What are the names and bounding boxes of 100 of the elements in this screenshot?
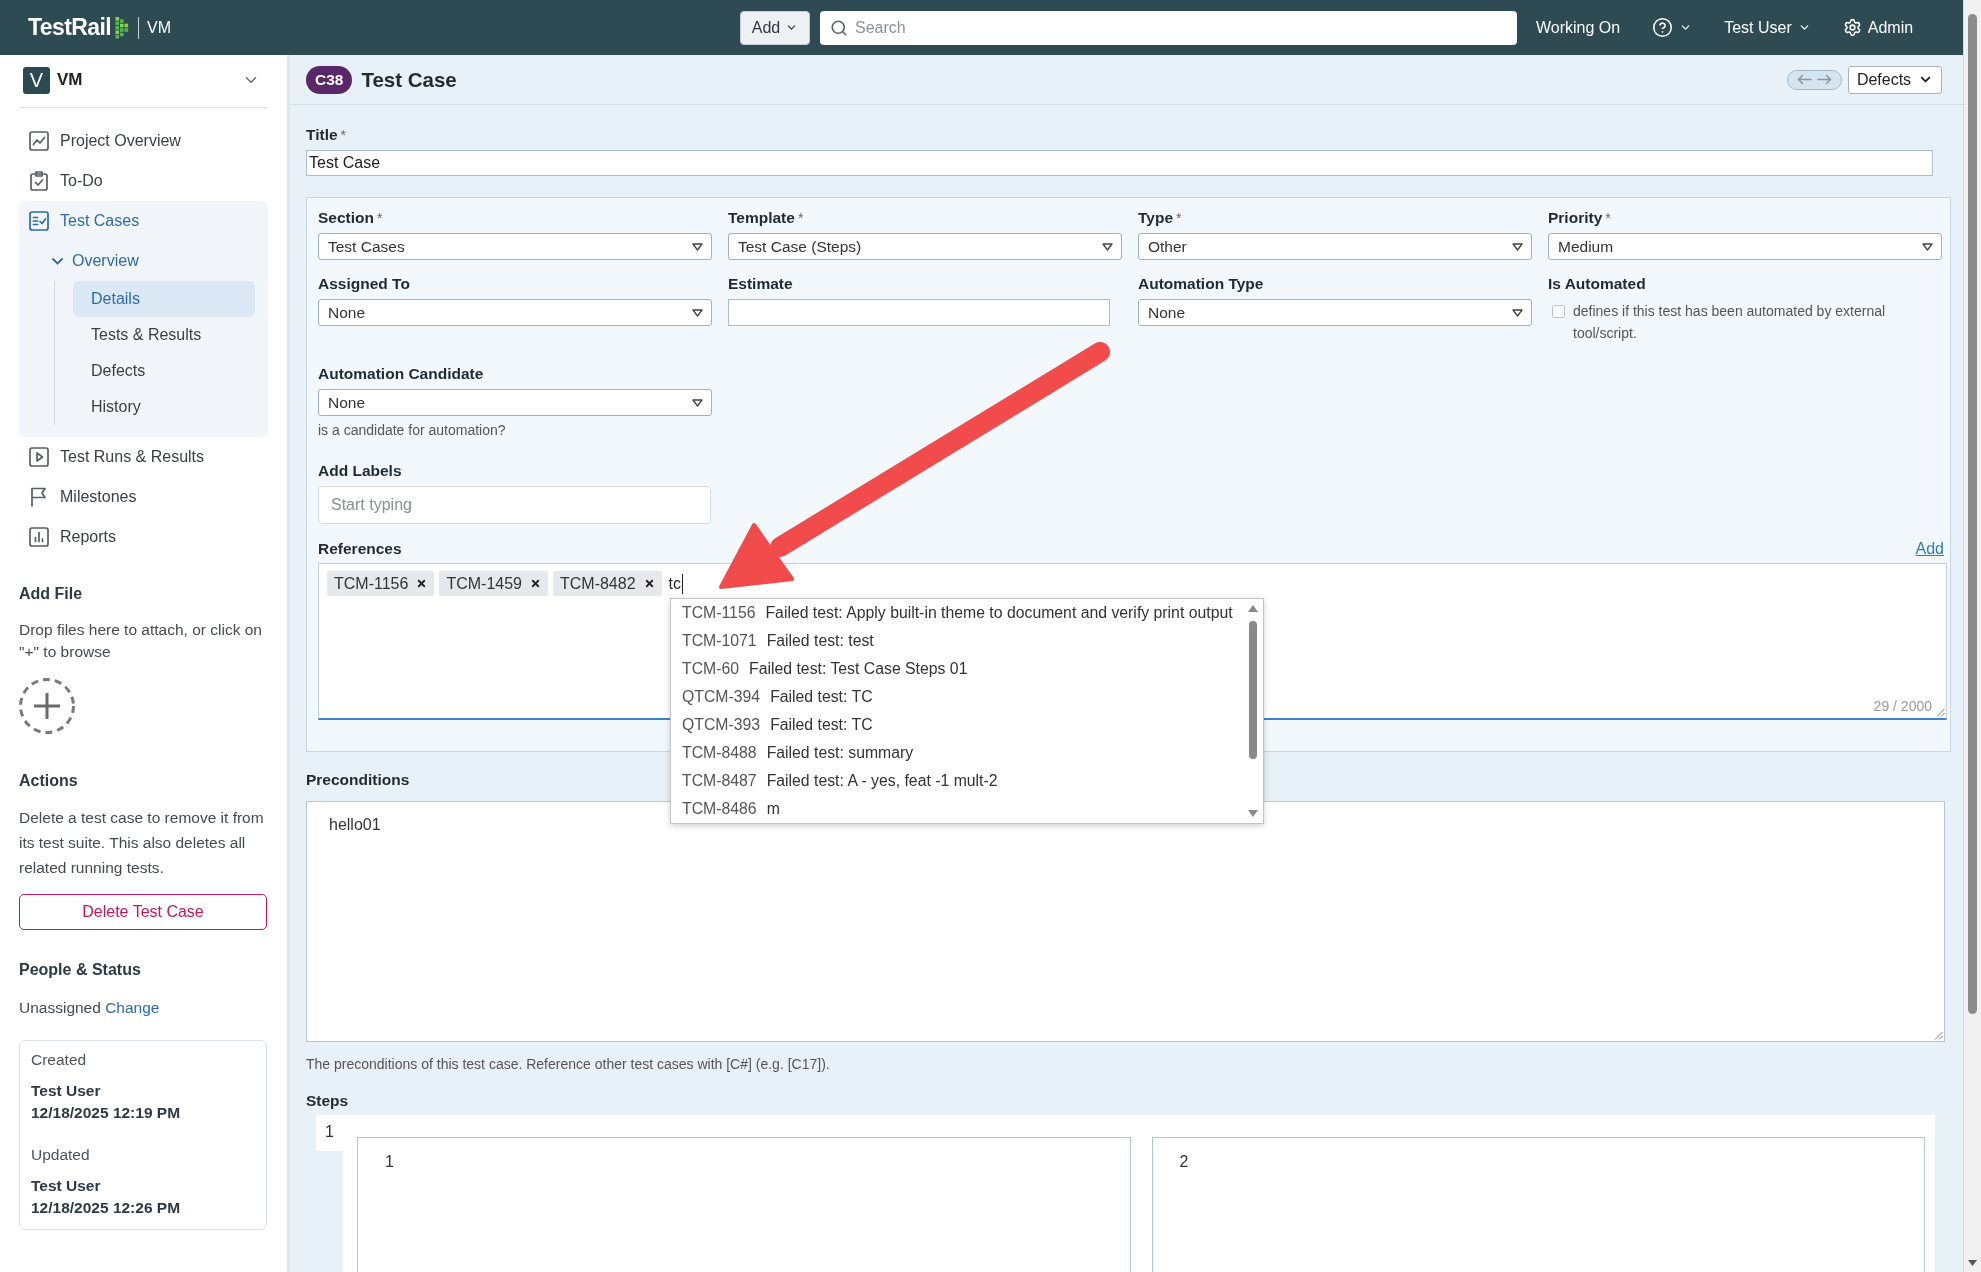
scroll-up-icon[interactable] [1248,605,1258,612]
admin-link[interactable]: Admin [1842,18,1914,37]
nav-item[interactable]: Project Overview [19,121,268,161]
caret-down-icon [692,242,703,251]
project-name: VM [57,70,83,90]
project-initial: V [23,66,50,94]
step-number: 1 [316,1115,343,1151]
checkbox[interactable] [1552,305,1565,318]
event-label: Updated [31,1145,90,1165]
step-field[interactable]: 2 [1151,1137,1925,1272]
input-field[interactable] [728,299,1110,326]
scroll-down-icon[interactable] [1968,1260,1977,1266]
field-label: Add Labels [318,461,402,481]
help-text: Drop files here to attach, or click on "+" to browse [19,620,263,662]
nav-item[interactable]: Test Runs & Results [19,437,268,477]
caret-down-icon [1512,308,1523,317]
select-field[interactable]: Test Case (Steps) [728,233,1122,260]
page-scrollbar[interactable] [1963,0,1981,1272]
suggestion-option[interactable]: TCM-60 Failed test: Test Case Steps 01 [671,655,1263,683]
bar-chart-icon [29,527,49,547]
app-logo: TestRail [28,16,111,39]
search-field[interactable]: Search [820,10,1517,45]
add-file-plus-icon[interactable] [19,678,75,734]
nav-item[interactable]: Tests & Results [73,317,255,353]
field-label: Automation Candidate [318,364,484,384]
nav-item[interactable]: Overview [19,241,268,281]
nav-item[interactable]: To-Do [19,161,268,201]
select-field[interactable]: Other [1138,233,1532,260]
event-time: 12/18/2025 12:19 PM [31,1103,181,1123]
scrollbar-thumb[interactable] [1968,14,1977,1014]
user-menu[interactable]: Test User [1724,18,1811,37]
scroll-down-icon[interactable] [1248,810,1258,817]
resize-handle-icon[interactable] [1934,1031,1943,1040]
arrow-right-icon[interactable] [1817,74,1832,85]
suggestion-option[interactable]: QTCM-393 Failed test: TC [671,711,1263,739]
change-link[interactable]: Change [105,999,160,1016]
defects-button[interactable]: Defects [1848,65,1942,94]
delete-button[interactable]: Delete Test Case [19,894,267,930]
close-icon[interactable] [529,578,541,589]
caret-down-icon [1102,242,1113,251]
tag-text: TCM-1156 [334,574,409,593]
field-label: Is Automated [1548,274,1646,294]
checklist-icon [29,211,49,231]
close-icon[interactable] [643,578,655,589]
event-time: 12/18/2025 12:26 PM [31,1198,181,1218]
nav-item[interactable]: Reports [19,517,268,557]
field-label: Type * [1138,208,1182,228]
field-label: References [318,539,402,559]
select-field[interactable]: None [1138,299,1532,326]
caret-down-icon [692,398,703,407]
character-counter: 29 / 2000 [1873,698,1932,714]
nav-item[interactable]: Test Cases [19,201,268,241]
select-field[interactable]: None [318,299,712,326]
field-label: Steps [306,1091,349,1111]
field-label: Title * [306,125,347,145]
suggestion-option[interactable]: TCM-1156 Failed test: Apply built-in theme to document and verify print output [671,599,1263,627]
nav-item[interactable]: Milestones [19,477,268,517]
select-field[interactable]: None [318,389,712,416]
field-label: Section * [318,208,383,228]
step-field[interactable]: 1 [357,1137,1131,1272]
add-link[interactable]: Add [1915,540,1944,558]
nav-item[interactable]: Details [73,281,255,317]
field-label: Assigned To [318,274,410,294]
title-input[interactable]: Test Case [306,150,1933,176]
nav-item[interactable]: History [73,389,255,425]
select-field[interactable]: Test Cases [318,233,712,260]
working-on-link[interactable]: Working On [1536,18,1621,37]
add-button[interactable]: Add [740,10,810,45]
line-chart-icon [29,131,49,151]
field-hint: defines if this test has been automated by external tool/script. [1573,302,1887,343]
suggestion-option[interactable]: QTCM-394 Failed test: TC [671,683,1263,711]
suggestion-option[interactable]: TCM-8487 Failed test: A - yes, feat -1 mult-2 [671,767,1263,795]
resize-handle-icon[interactable] [1936,708,1945,717]
event-user: Test User [31,1081,101,1101]
nav-item[interactable]: Defects [73,353,255,389]
field-label: Estimate [728,274,793,294]
field-hint: is a candidate for automation? [318,421,506,439]
section-heading: Actions [19,771,78,791]
suggestion-option[interactable]: TCM-8488 Failed test: summary [671,739,1263,767]
arrow-left-icon[interactable] [1797,74,1812,85]
project-selector[interactable]: V VM [19,66,268,94]
case-id-badge: C38 [306,65,353,94]
field-hint: The preconditions of this test case. Reference other test cases with [C#] (e.g. [C17]). [306,1055,830,1074]
field-label: Template * [728,208,804,228]
clipboard-check-icon [29,171,49,191]
field-label: Automation Type [1138,274,1264,294]
caret-down-icon [692,308,703,317]
close-icon[interactable] [416,578,428,589]
labels-input[interactable]: Start typing [318,486,711,524]
field-label: Priority * [1548,208,1611,228]
select-field[interactable]: Medium [1548,233,1942,260]
typed-text: tc [668,574,683,594]
help-text: Delete a test case to remove it from its test suite. This also deletes all related running tests. [19,808,265,878]
play-icon [29,447,49,467]
section-heading: People & Status [19,960,141,980]
project-name: VM [146,18,171,37]
tag-text: TCM-8482 [559,574,636,593]
settings-icon [1842,18,1862,37]
scrollbar-thumb[interactable] [1249,621,1257,759]
suggestion-option[interactable]: TCM-1071 Failed test: test [671,627,1263,655]
